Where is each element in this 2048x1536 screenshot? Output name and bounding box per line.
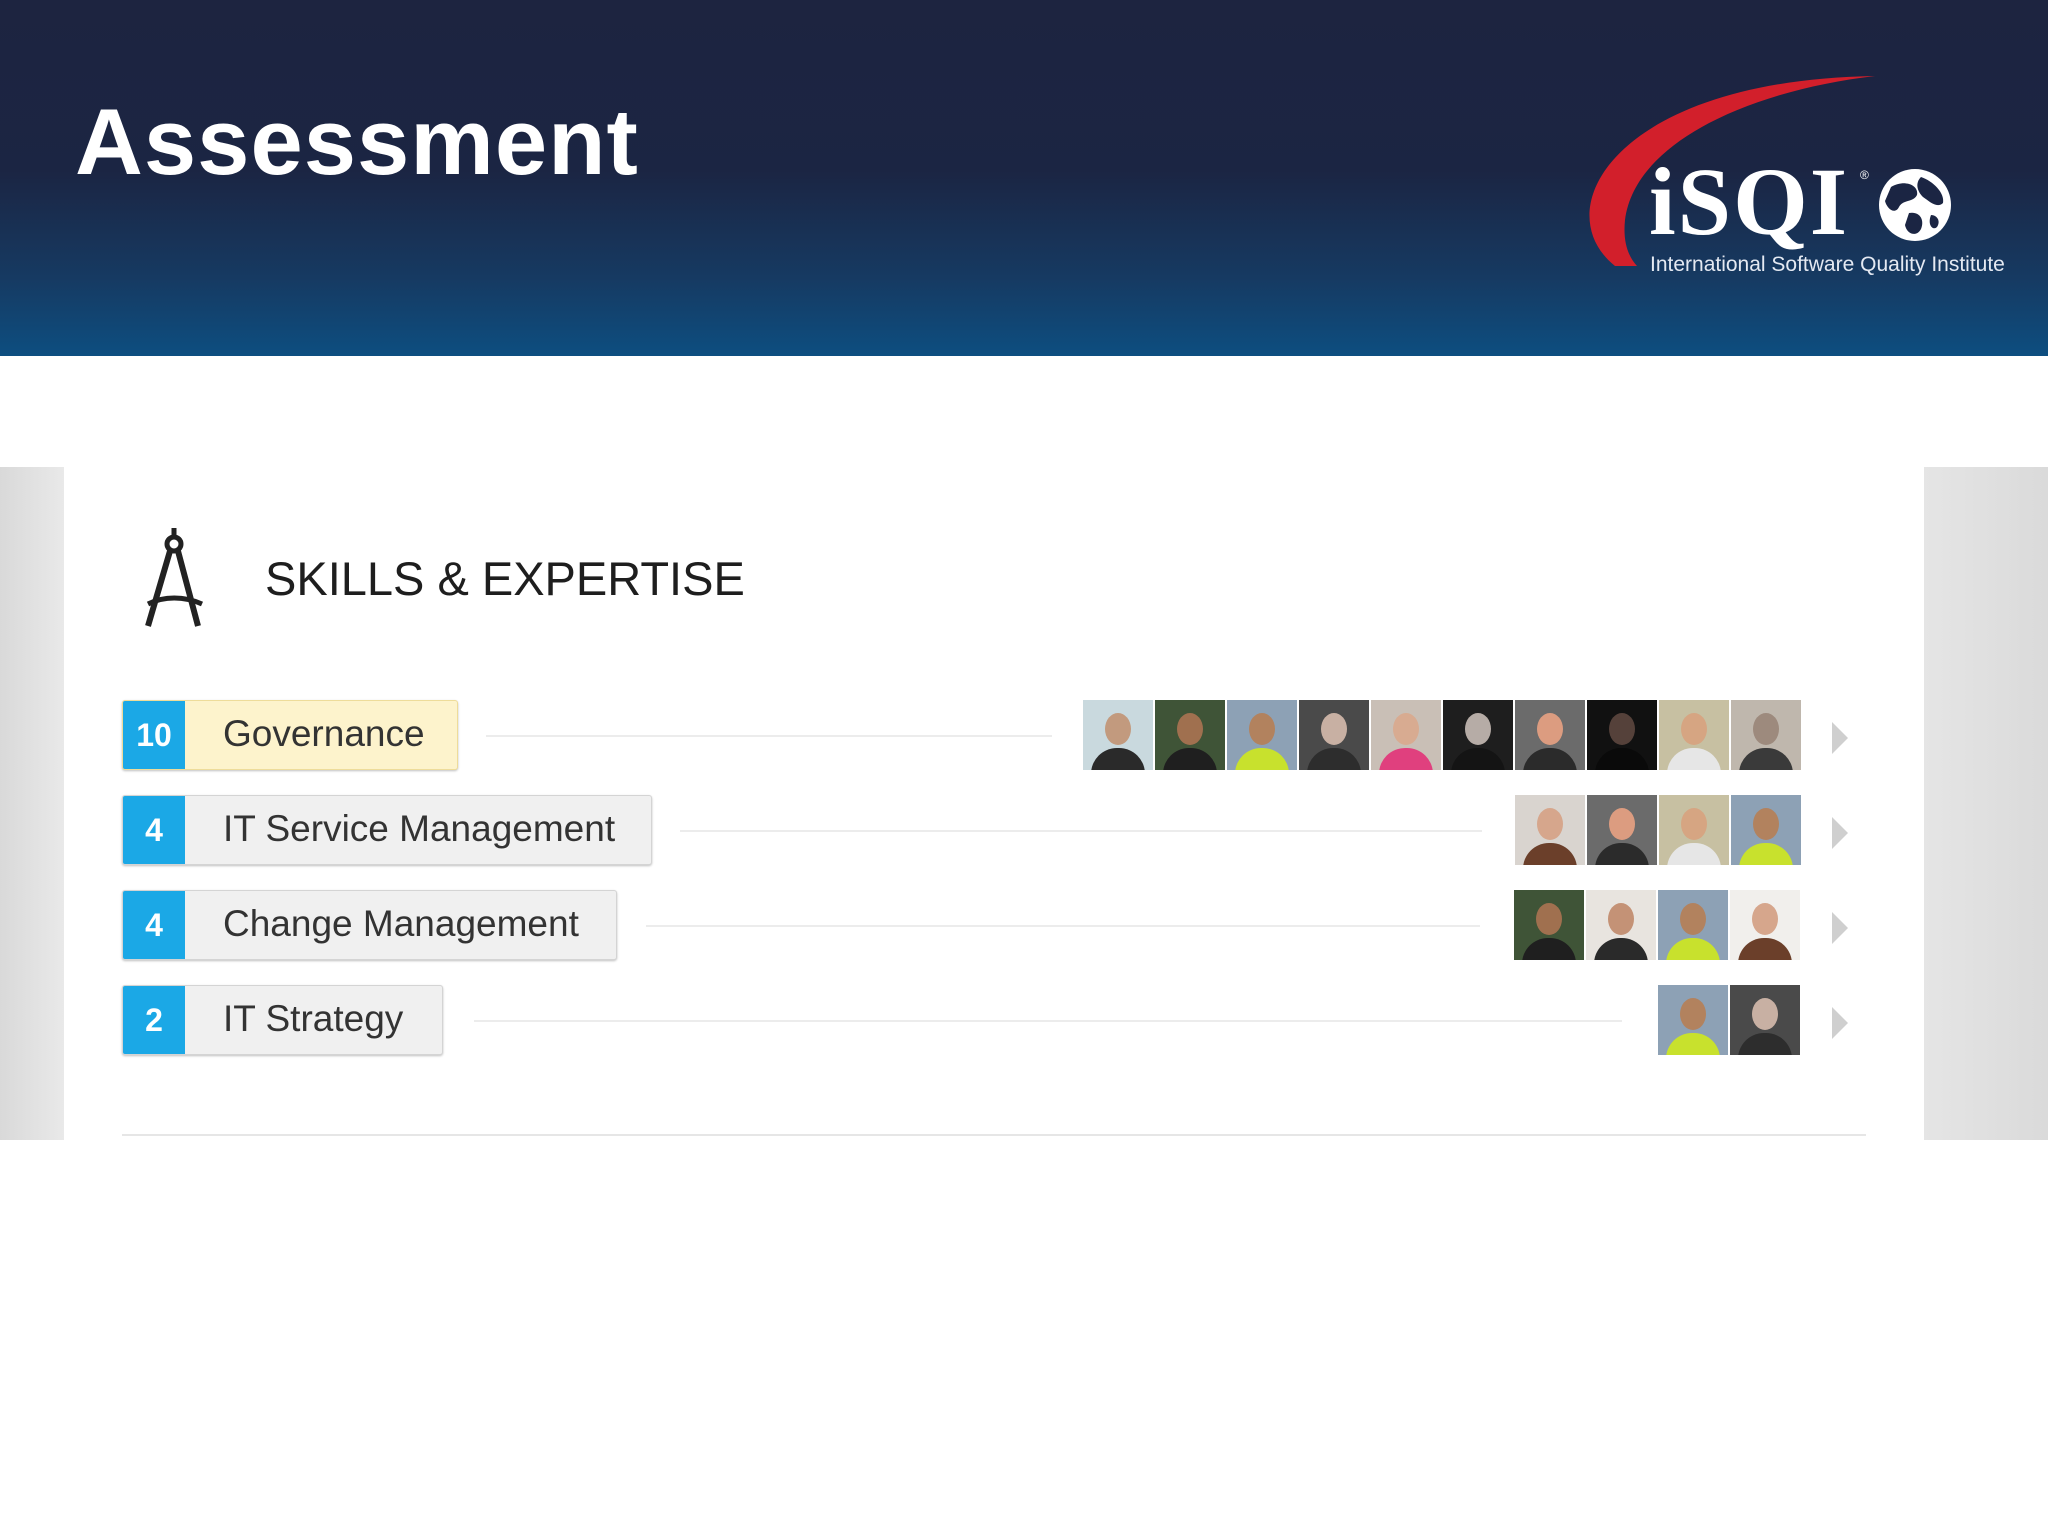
skill-row-it-strategy[interactable]: 2 IT Strategy — [122, 985, 1862, 1057]
skill-pill[interactable]: 4 Change Management — [122, 890, 617, 960]
avatar[interactable] — [1731, 700, 1801, 770]
skill-row-it-service-management[interactable]: 4 IT Service Management — [122, 795, 1862, 867]
avatar[interactable] — [1443, 700, 1513, 770]
avatar[interactable] — [1515, 700, 1585, 770]
avatar[interactable] — [1515, 795, 1585, 865]
section-bottom-divider — [122, 1134, 1866, 1136]
row-divider — [646, 925, 1480, 927]
skill-name: IT Service Management — [223, 808, 616, 849]
expand-chevron-icon[interactable] — [1832, 1007, 1848, 1039]
expand-chevron-icon[interactable] — [1832, 912, 1848, 944]
endorsement-count: 4 — [123, 796, 185, 864]
endorser-avatars — [1514, 890, 1800, 960]
skill-row-change-management[interactable]: 4 Change Management — [122, 890, 1862, 962]
avatar[interactable] — [1586, 890, 1656, 960]
avatar[interactable] — [1083, 700, 1153, 770]
avatar[interactable] — [1659, 795, 1729, 865]
globe-icon — [1879, 169, 1951, 241]
endorsement-count: 2 — [123, 986, 185, 1054]
logo-tagline: International Software Quality Institute — [1650, 253, 2005, 276]
row-divider — [486, 735, 1052, 737]
avatar[interactable] — [1227, 700, 1297, 770]
slide-title: Assessment — [75, 89, 639, 194]
left-side-panel — [0, 467, 64, 1140]
avatar[interactable] — [1658, 890, 1728, 960]
expand-chevron-icon[interactable] — [1832, 722, 1848, 754]
avatar[interactable] — [1155, 700, 1225, 770]
skill-pill[interactable]: 2 IT Strategy — [122, 985, 443, 1055]
skill-pill[interactable]: 10 Governance — [122, 700, 458, 770]
logo-wordmark: iSQI — [1649, 148, 1850, 255]
skill-name: IT Strategy — [223, 998, 404, 1039]
skill-pill[interactable]: 4 IT Service Management — [122, 795, 652, 865]
avatar[interactable] — [1514, 890, 1584, 960]
row-divider — [474, 1020, 1622, 1022]
expand-chevron-icon[interactable] — [1832, 817, 1848, 849]
skill-name: Governance — [223, 713, 425, 754]
endorsement-count: 4 — [123, 891, 185, 959]
endorser-avatars — [1658, 985, 1800, 1055]
section-title: SKILLS & EXPERTISE — [265, 552, 745, 605]
avatar[interactable] — [1371, 700, 1441, 770]
endorser-avatars — [1515, 795, 1801, 865]
avatar[interactable] — [1587, 795, 1657, 865]
avatar[interactable] — [1658, 985, 1728, 1055]
avatar[interactable] — [1587, 700, 1657, 770]
endorser-avatars — [1083, 700, 1801, 770]
header-banner: Assessment iSQI ® International Software… — [0, 0, 2048, 356]
row-divider — [680, 830, 1482, 832]
avatar[interactable] — [1659, 700, 1729, 770]
endorsement-count: 10 — [123, 701, 185, 769]
avatar[interactable] — [1730, 890, 1800, 960]
avatar[interactable] — [1730, 985, 1800, 1055]
isqi-logo: iSQI ® International Software Quality In… — [1575, 70, 2005, 290]
skill-name: Change Management — [223, 903, 579, 944]
right-side-panel — [1924, 467, 2048, 1140]
avatar[interactable] — [1299, 700, 1369, 770]
skill-row-governance[interactable]: 10 Governance — [122, 700, 1862, 772]
logo-registered-mark: ® — [1860, 168, 1869, 182]
drafting-compass-icon — [145, 528, 204, 627]
avatar[interactable] — [1731, 795, 1801, 865]
